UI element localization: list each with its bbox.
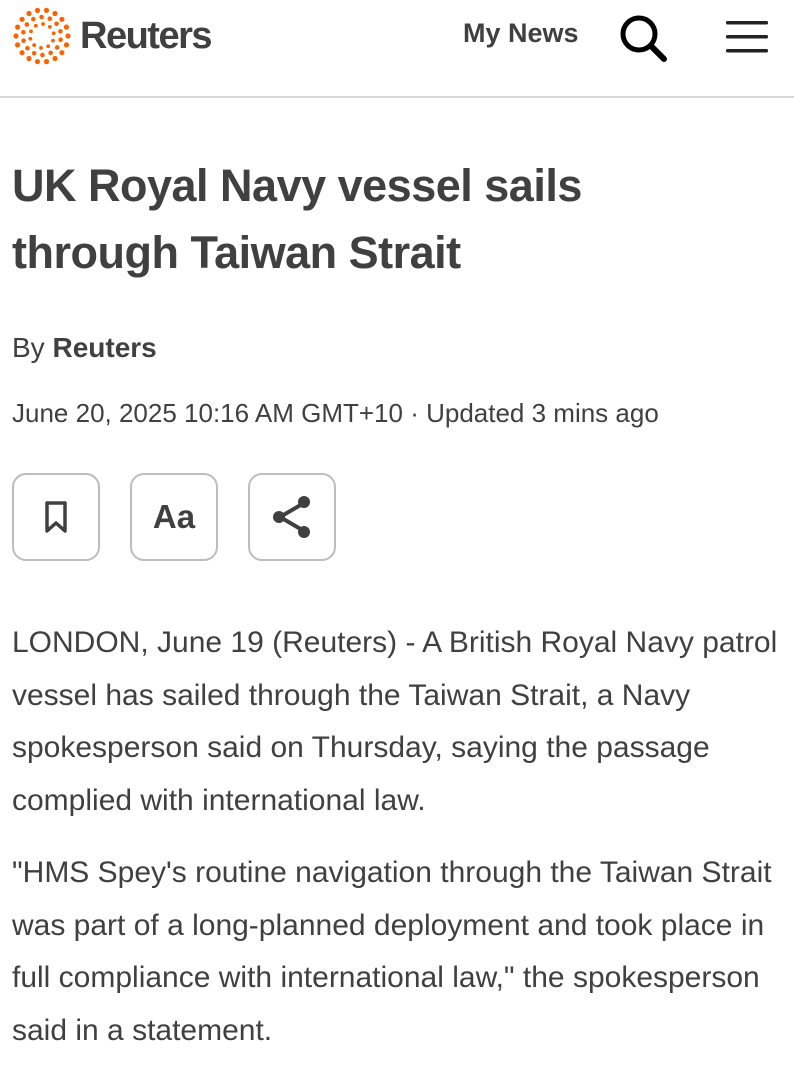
article-paragraph: "HMS Spey's routine navigation through t… xyxy=(12,856,772,1047)
site-header: Reuters My News xyxy=(0,0,794,98)
article-paragraph: LONDON, June 19 (Reuters) - A British Ro… xyxy=(12,626,778,817)
font-size-label: Aa xyxy=(152,498,196,535)
logo-text: Reuters xyxy=(80,14,213,57)
menu-button[interactable] xyxy=(724,18,770,56)
search-button[interactable] xyxy=(617,12,669,64)
reuters-logo-icon xyxy=(13,7,71,65)
byline-author-link[interactable]: Reuters xyxy=(52,332,156,363)
font-size-button[interactable]: Aa xyxy=(130,473,218,561)
byline: By Reuters xyxy=(12,332,157,364)
search-icon xyxy=(620,15,667,62)
hamburger-menu-icon xyxy=(726,21,768,53)
byline-prefix: By xyxy=(12,332,45,363)
reuters-logo-link[interactable]: Reuters xyxy=(12,6,213,66)
article-headline: UK Royal Navy vessel sails through Taiwa… xyxy=(12,160,582,278)
article-dateline: June 20, 2025 10:16 AM GMT+10 · Updated … xyxy=(12,398,659,428)
bookmark-button[interactable] xyxy=(12,473,100,561)
my-news-link[interactable]: My News xyxy=(463,18,579,49)
article-body: LONDON, June 19 (Reuters) - A British Ro… xyxy=(12,617,787,1077)
share-button[interactable] xyxy=(248,473,336,561)
share-icon xyxy=(273,496,310,538)
bookmark-icon xyxy=(45,501,67,533)
